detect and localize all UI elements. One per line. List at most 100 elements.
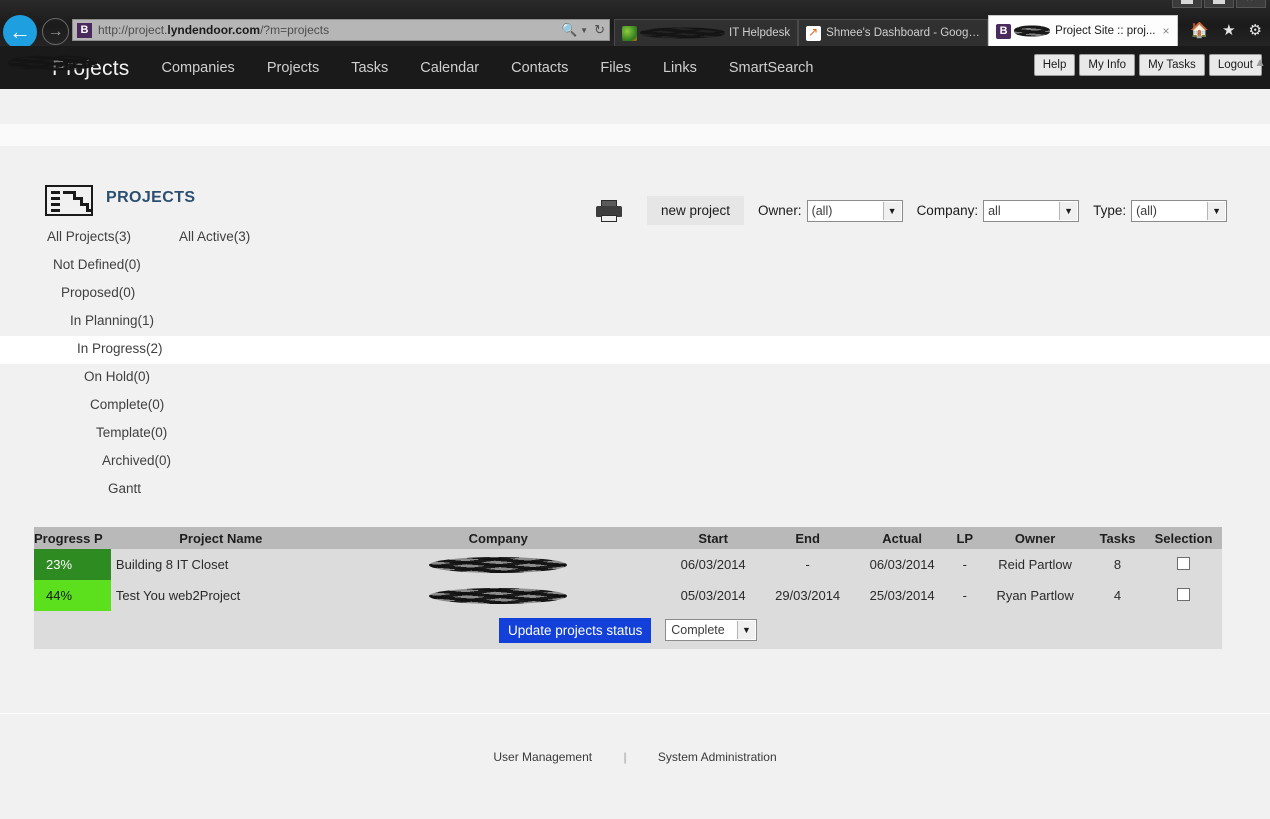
address-domain: lyndendoor.com	[167, 23, 261, 37]
update-projects-status-button[interactable]: Update projects status	[499, 617, 652, 643]
nav-item-companies[interactable]: Companies	[161, 60, 234, 76]
col-company[interactable]: Company	[330, 527, 666, 549]
tab-label: Shmee's Dashboard - Googl...	[826, 27, 981, 39]
status-select[interactable]: Complete ▼	[664, 619, 757, 641]
nav-item-tasks[interactable]: Tasks	[351, 60, 388, 76]
site-brand[interactable]: Projects	[10, 55, 129, 81]
owner-filter-label: Owner:	[758, 203, 802, 218]
filter-proposed[interactable]: Proposed(0)	[61, 285, 135, 300]
col-end[interactable]: End	[760, 527, 855, 549]
table-row[interactable]: 23% Building 8 IT Closet 06/03/2014 - 06…	[34, 549, 1222, 580]
filter-on-hold[interactable]: On Hold(0)	[84, 369, 150, 384]
col-owner[interactable]: Owner	[980, 527, 1091, 549]
company-filter-select[interactable]: all ▼	[983, 199, 1080, 222]
window-controls: ✕	[1172, 0, 1266, 8]
site-navigation-bar: Projects Companies Projects Tasks Calend…	[0, 46, 1270, 89]
cell-start: 05/03/2014	[665, 580, 761, 611]
address-suffix: /?m=projects	[260, 23, 330, 37]
close-tab-icon[interactable]: ×	[1163, 24, 1170, 38]
filter-template[interactable]: Template(0)	[96, 425, 167, 440]
company-filter: Company: all ▼	[917, 199, 1080, 222]
type-filter-select[interactable]: (all) ▼	[1131, 199, 1228, 222]
gear-icon[interactable]: ⚙	[1249, 21, 1262, 39]
user-management-link[interactable]: User Management	[493, 750, 592, 764]
col-actual[interactable]: Actual	[854, 527, 950, 549]
page-title: PROJECTS	[106, 189, 196, 206]
new-project-button[interactable]: new project	[647, 196, 745, 225]
filter-complete[interactable]: Complete(0)	[90, 397, 164, 412]
back-arrow-icon[interactable]: ←	[3, 15, 37, 49]
forward-arrow-icon[interactable]: →	[42, 18, 69, 45]
owner-filter-value: (all)	[811, 203, 833, 218]
tab-label: IT Helpdesk	[729, 27, 791, 39]
scroll-up-icon[interactable]: ▲	[1254, 55, 1266, 69]
filter-gantt[interactable]: Gantt	[108, 481, 141, 496]
browser-tab[interactable]: IT Helpdesk	[614, 19, 799, 46]
cell-project-name[interactable]: Test You web2Project	[110, 580, 331, 611]
filter-not-defined[interactable]: Not Defined(0)	[53, 257, 141, 272]
cell-owner: Reid Partlow	[980, 549, 1091, 580]
filter-all-projects[interactable]: All Projects(3)	[47, 229, 131, 244]
row-select-checkbox[interactable]	[1176, 556, 1190, 570]
filter-in-progress[interactable]: In Progress(2)	[77, 341, 163, 356]
site-favicon-icon: B	[77, 22, 92, 38]
search-icon[interactable]: 🔍	[561, 22, 577, 38]
browser-toolbar-icons: 🏠 ★ ⚙	[1190, 21, 1262, 39]
col-tasks[interactable]: Tasks	[1090, 527, 1145, 549]
home-icon[interactable]: 🏠	[1190, 21, 1209, 39]
cell-actual: 06/03/2014	[854, 549, 950, 580]
printer-icon[interactable]	[596, 199, 622, 223]
nav-item-calendar[interactable]: Calendar	[420, 60, 479, 76]
table-actions: Update projects status Complete ▼	[34, 611, 1222, 649]
page-content: PROJECTS new project Owner: (all) ▼ Comp…	[0, 146, 1270, 649]
nav-item-contacts[interactable]: Contacts	[511, 60, 568, 76]
redacted-company-name	[429, 555, 568, 575]
filter-archived[interactable]: Archived(0)	[102, 453, 171, 468]
col-start[interactable]: Start	[665, 527, 761, 549]
footer-divider	[0, 713, 1270, 714]
refresh-icon[interactable]: ↻	[594, 22, 605, 38]
filter-row: Proposed(0)	[0, 280, 1270, 308]
nav-item-links[interactable]: Links	[663, 60, 697, 76]
type-filter-value: (all)	[1136, 203, 1157, 218]
cell-project-name[interactable]: Building 8 IT Closet	[110, 549, 331, 580]
filter-row: Archived(0)	[0, 448, 1270, 476]
chevron-down-icon: ▼	[736, 621, 755, 639]
nav-item-projects[interactable]: Projects	[267, 60, 319, 76]
nav-item-files[interactable]: Files	[600, 60, 631, 76]
browser-tab-active[interactable]: B Project Site :: proj... ×	[988, 15, 1178, 46]
filter-row: Gantt	[0, 476, 1270, 504]
nav-item-smartsearch[interactable]: SmartSearch	[729, 60, 814, 76]
cell-end: 29/03/2014	[760, 580, 855, 611]
row-select-checkbox[interactable]	[1176, 587, 1190, 601]
chevron-down-icon[interactable]: ▼	[580, 26, 588, 35]
col-project-name[interactable]: Project Name	[110, 527, 331, 549]
browser-chrome: ✕ ← → B http://project.lyndendoor.com/?m…	[0, 0, 1270, 49]
green-globe-icon	[622, 25, 637, 41]
system-administration-link[interactable]: System Administration	[658, 750, 777, 764]
col-selection[interactable]: Selection	[1144, 527, 1222, 549]
col-lp[interactable]: LP	[949, 527, 981, 549]
browser-tab[interactable]: Shmee's Dashboard - Googl...	[798, 19, 989, 46]
table-row[interactable]: 44% Test You web2Project 05/03/2014 29/0…	[34, 580, 1222, 611]
star-icon[interactable]: ★	[1222, 21, 1235, 39]
type-filter-label: Type:	[1093, 203, 1127, 218]
my-tasks-button[interactable]: My Tasks	[1139, 54, 1205, 76]
filter-in-planning[interactable]: In Planning(1)	[70, 313, 154, 328]
address-prefix: http://project.	[98, 23, 168, 37]
filter-row-selected: In Progress(2)	[0, 336, 1270, 364]
col-progress[interactable]: Progress P	[34, 527, 111, 549]
page-header: PROJECTS new project Owner: (all) ▼ Comp…	[0, 146, 1270, 225]
projects-table: Progress P Project Name Company Start En…	[34, 527, 1222, 649]
restore-window-button[interactable]	[1204, 0, 1234, 8]
browser-tabstrip: IT Helpdesk Shmee's Dashboard - Googl...…	[614, 15, 1178, 46]
help-button[interactable]: Help	[1033, 54, 1076, 76]
address-bar[interactable]: B http://project.lyndendoor.com/?m=proje…	[72, 19, 610, 41]
my-info-button[interactable]: My Info	[1079, 54, 1136, 76]
owner-filter-select[interactable]: (all) ▼	[806, 199, 903, 222]
filter-all-active[interactable]: All Active(3)	[179, 229, 250, 244]
close-window-button[interactable]: ✕	[1236, 0, 1266, 8]
address-text: http://project.lyndendoor.com/?m=project…	[98, 23, 555, 37]
minimize-window-button[interactable]	[1172, 0, 1202, 8]
page-toolbar: new project Owner: (all) ▼ Company: all …	[596, 196, 1228, 225]
